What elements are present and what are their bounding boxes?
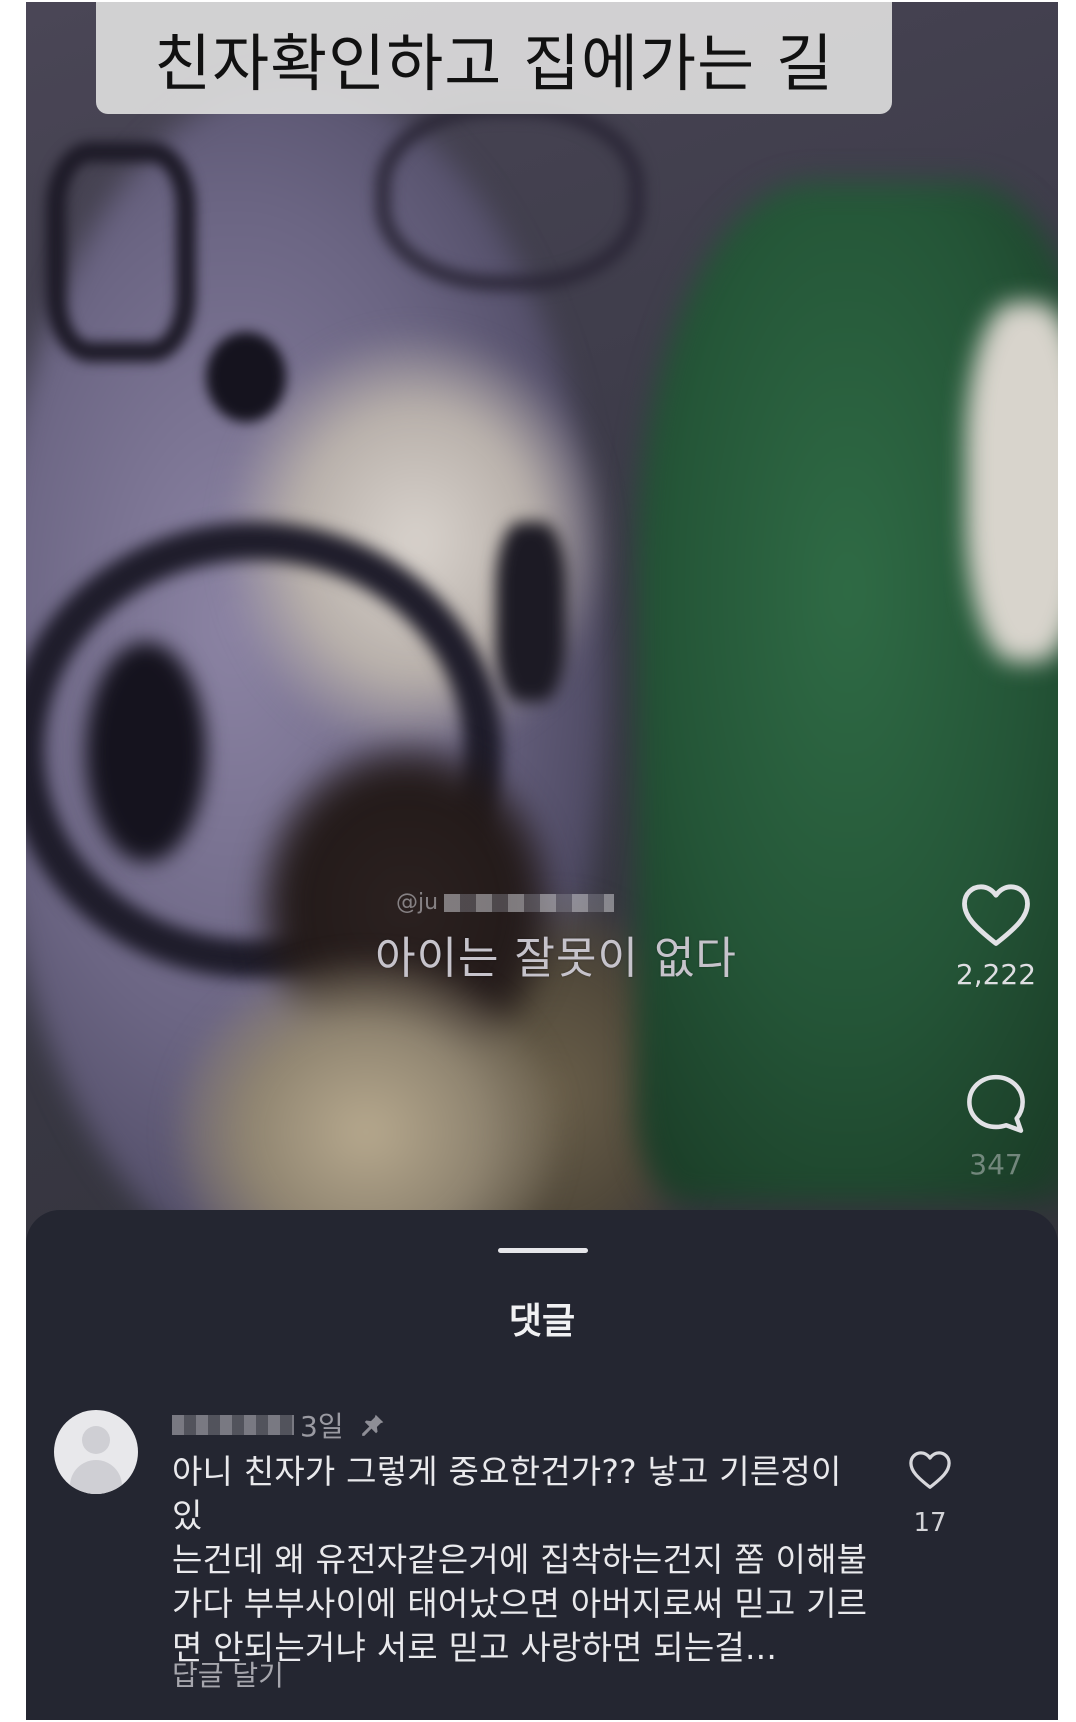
video-graffiti (46, 142, 196, 362)
video-graffiti-dot (86, 642, 206, 862)
comment-action[interactable]: 347 (941, 1070, 1051, 1181)
video-person-arm (966, 302, 1058, 662)
creator-handle-prefix: @ju (396, 890, 439, 915)
video-graffiti (206, 332, 286, 422)
video-graffiti (376, 102, 644, 290)
video-graffiti (496, 522, 566, 702)
video-subtitle: 아이는 잘못이 없다 (375, 933, 737, 984)
sheet-drag-handle[interactable] (498, 1248, 588, 1253)
creator-handle-watermark: @ju (396, 890, 696, 920)
video-caption-text: 친자확인하고 집에가는 길 (154, 27, 834, 100)
avatar-shoulders-shape (70, 1460, 122, 1494)
comments-sheet: 댓글 3일 아니 친자가 그렇게 중요한건가?? 낳고 기른정이 있 는건데 왜… (26, 1210, 1058, 1720)
video-caption-banner: 친자확인하고 집에가는 길 (96, 2, 892, 114)
heart-icon (909, 1451, 951, 1489)
comment-count: 347 (969, 1148, 1023, 1181)
like-action[interactable]: 2,222 (941, 882, 1051, 991)
comments-sheet-title: 댓글 (508, 1301, 576, 1342)
pin-icon (361, 1414, 383, 1436)
comment-line: 는건데 왜 유전자같은거에 집착하는건지 쫌 이해불 (172, 1540, 868, 1579)
speech-bubble-icon (967, 1074, 1025, 1133)
heart-icon (962, 884, 1030, 946)
blurred-username[interactable] (172, 1415, 294, 1435)
comment-age: 3일 (300, 1410, 344, 1443)
comment-body: 아니 친자가 그렇게 중요한건가?? 낳고 기른정이 있 는건데 왜 유전자같은… (172, 1450, 872, 1670)
like-count: 2,222 (955, 958, 1037, 991)
comment-line: 아니 친자가 그렇게 중요한건가?? 낳고 기른정이 있 (172, 1452, 842, 1535)
comment-like-button[interactable]: 17 (890, 1450, 970, 1538)
reply-button[interactable]: 답글 달기 (172, 1654, 284, 1694)
phone-screen: 친자확인하고 집에가는 길 @ju 아이는 잘못이 없다 2,222 347 댓… (26, 2, 1058, 1720)
comment-line: 가다 부부사이에 태어났으면 아버지로써 믿고 기르 (172, 1584, 868, 1623)
comment-meta: 3일 (172, 1408, 386, 1443)
blurred-handle-mask (444, 894, 615, 912)
avatar-head-shape (82, 1426, 110, 1454)
avatar[interactable] (54, 1410, 138, 1494)
comment-like-count: 17 (913, 1508, 947, 1538)
